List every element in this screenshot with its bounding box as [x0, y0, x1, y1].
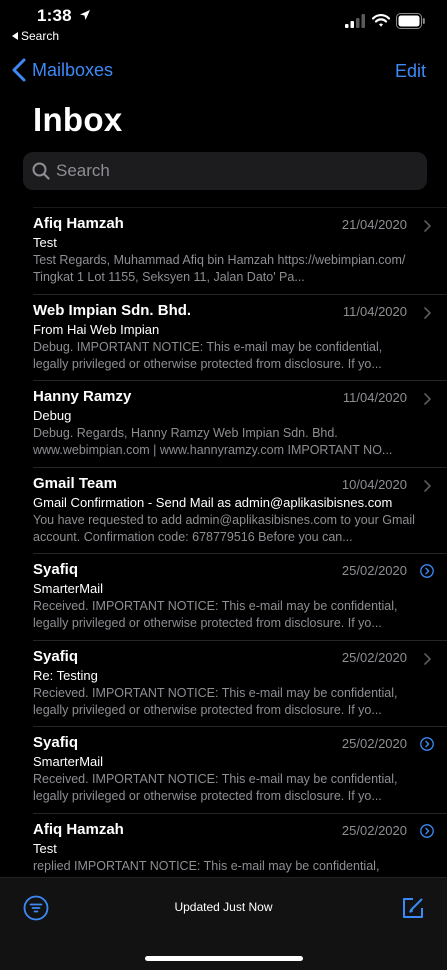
mailboxes-label: Mailboxes [32, 59, 114, 80]
page-title: Inbox [33, 101, 123, 138]
mail-row[interactable]: Syafiq 25/02/2020 SmarterMail Received. IMP… [33, 727, 447, 814]
mail-sender: Syafiq [33, 561, 79, 578]
search-icon [32, 162, 50, 180]
bottom-toolbar: Updated Just Now [0, 877, 447, 970]
mail-row[interactable]: Hanny Ramzy 11/04/2020 Debug Debug. Regards… [33, 381, 447, 468]
chevron-left-icon [12, 58, 26, 82]
mail-sender: Afiq Hamzah [33, 215, 124, 232]
home-indicator[interactable] [145, 956, 303, 961]
mail-date: 25/02/2020 [341, 736, 407, 751]
mail-row[interactable]: Syafiq 25/02/2020 SmarterMail Received. IMP… [33, 554, 447, 641]
thread-chevron-icon[interactable] [420, 823, 434, 838]
mail-subject: Test [33, 840, 57, 856]
mail-sender: Gmail Team [33, 474, 117, 492]
mail-preview: Debug. IMPORTANT NOTICE: This e-mail may… [33, 339, 383, 371]
mail-subject: SmarterMail [33, 754, 104, 769]
mail-preview: Received. IMPORTANT NOTICE: This e-mail … [33, 772, 398, 803]
thread-chevron-icon[interactable] [420, 737, 434, 751]
mail-sender: Afiq Hamzah [33, 820, 124, 838]
back-triangle-icon [12, 32, 18, 40]
mail-sender: Syafiq [33, 647, 79, 665]
battery-icon [396, 13, 425, 29]
mail-row[interactable]: Web Impian Sdn. Bhd. 11/04/2020 From Hai W… [33, 295, 447, 381]
chevron-right-icon [424, 652, 431, 665]
compose-icon[interactable] [400, 895, 426, 921]
mail-preview: Debug. Regards, Hanny Ramzy Web Impian S… [33, 426, 393, 457]
mail-row[interactable]: Afiq Hamzah 21/04/2020 Test Test Regards, M… [33, 207, 447, 295]
chevron-right-icon [424, 220, 431, 232]
mail-date: 21/04/2020 [341, 217, 407, 232]
mail-subject: SmarterMail [33, 581, 104, 596]
mailboxes-back-button[interactable]: Mailboxes [12, 58, 113, 82]
mail-date: 25/02/2020 [341, 563, 407, 578]
edit-button[interactable]: Edit [395, 61, 426, 82]
mail-subject: Gmail Confirmation - Send Mail as admin@… [33, 494, 393, 510]
mail-sender: Hanny Ramzy [33, 388, 132, 405]
mail-sender: Web Impian Sdn. Bhd. [33, 301, 192, 319]
thread-chevron-icon[interactable] [420, 564, 434, 578]
status-time: 1:38 [37, 6, 72, 25]
mail-preview: Test Regards, Muhammad Afiq bin Hamzah h… [33, 253, 406, 284]
mail-row[interactable]: Gmail Team 10/04/2020 Gmail Confirmation -… [33, 468, 447, 554]
mail-date: 25/02/2020 [341, 649, 407, 665]
mail-preview: Recieved. IMPORTANT NOTICE: This e-mail … [33, 685, 398, 717]
mail-date: 10/04/2020 [341, 476, 407, 492]
mail-preview: Received. IMPORTANT NOTICE: This e-mail … [33, 599, 398, 630]
mail-subject: Test [33, 235, 57, 250]
mail-subject: Debug [33, 408, 72, 423]
mail-date: 11/04/2020 [342, 303, 407, 319]
chevron-right-icon [424, 393, 431, 405]
search-input[interactable] [56, 161, 396, 181]
back-to-search-app[interactable]: Search [12, 29, 59, 43]
mail-date: 25/02/2020 [341, 822, 407, 838]
wifi-icon [372, 14, 390, 27]
mail-row[interactable]: Afiq Hamzah 25/02/2020 Test replied IMPORTA… [33, 814, 447, 878]
search-bar[interactable] [23, 152, 427, 190]
cellular-signal-icon [345, 14, 365, 28]
location-arrow-icon [80, 10, 90, 20]
chevron-right-icon [424, 306, 431, 319]
mail-preview: You have requested to add admin@aplikasi… [33, 512, 415, 544]
mail-subject: Re: Testing [33, 667, 98, 683]
back-app-label: Search [21, 29, 60, 43]
mail-date: 11/04/2020 [342, 390, 407, 405]
mail-subject: From Hai Web Impian [33, 321, 160, 337]
mail-list: Afiq Hamzah 21/04/2020 Test Test Regards, M… [0, 207, 447, 877]
status-bar: 1:38 Search [0, 0, 447, 46]
mail-preview: replied IMPORTANT NOTICE: This e-mail ma… [33, 858, 382, 878]
update-status: Updated Just Now [174, 900, 273, 914]
mail-sender: Syafiq [33, 734, 79, 751]
mail-row[interactable]: Syafiq 25/02/2020 Re: Testing Recieved. IMP… [33, 641, 447, 727]
chevron-right-icon [424, 479, 431, 492]
